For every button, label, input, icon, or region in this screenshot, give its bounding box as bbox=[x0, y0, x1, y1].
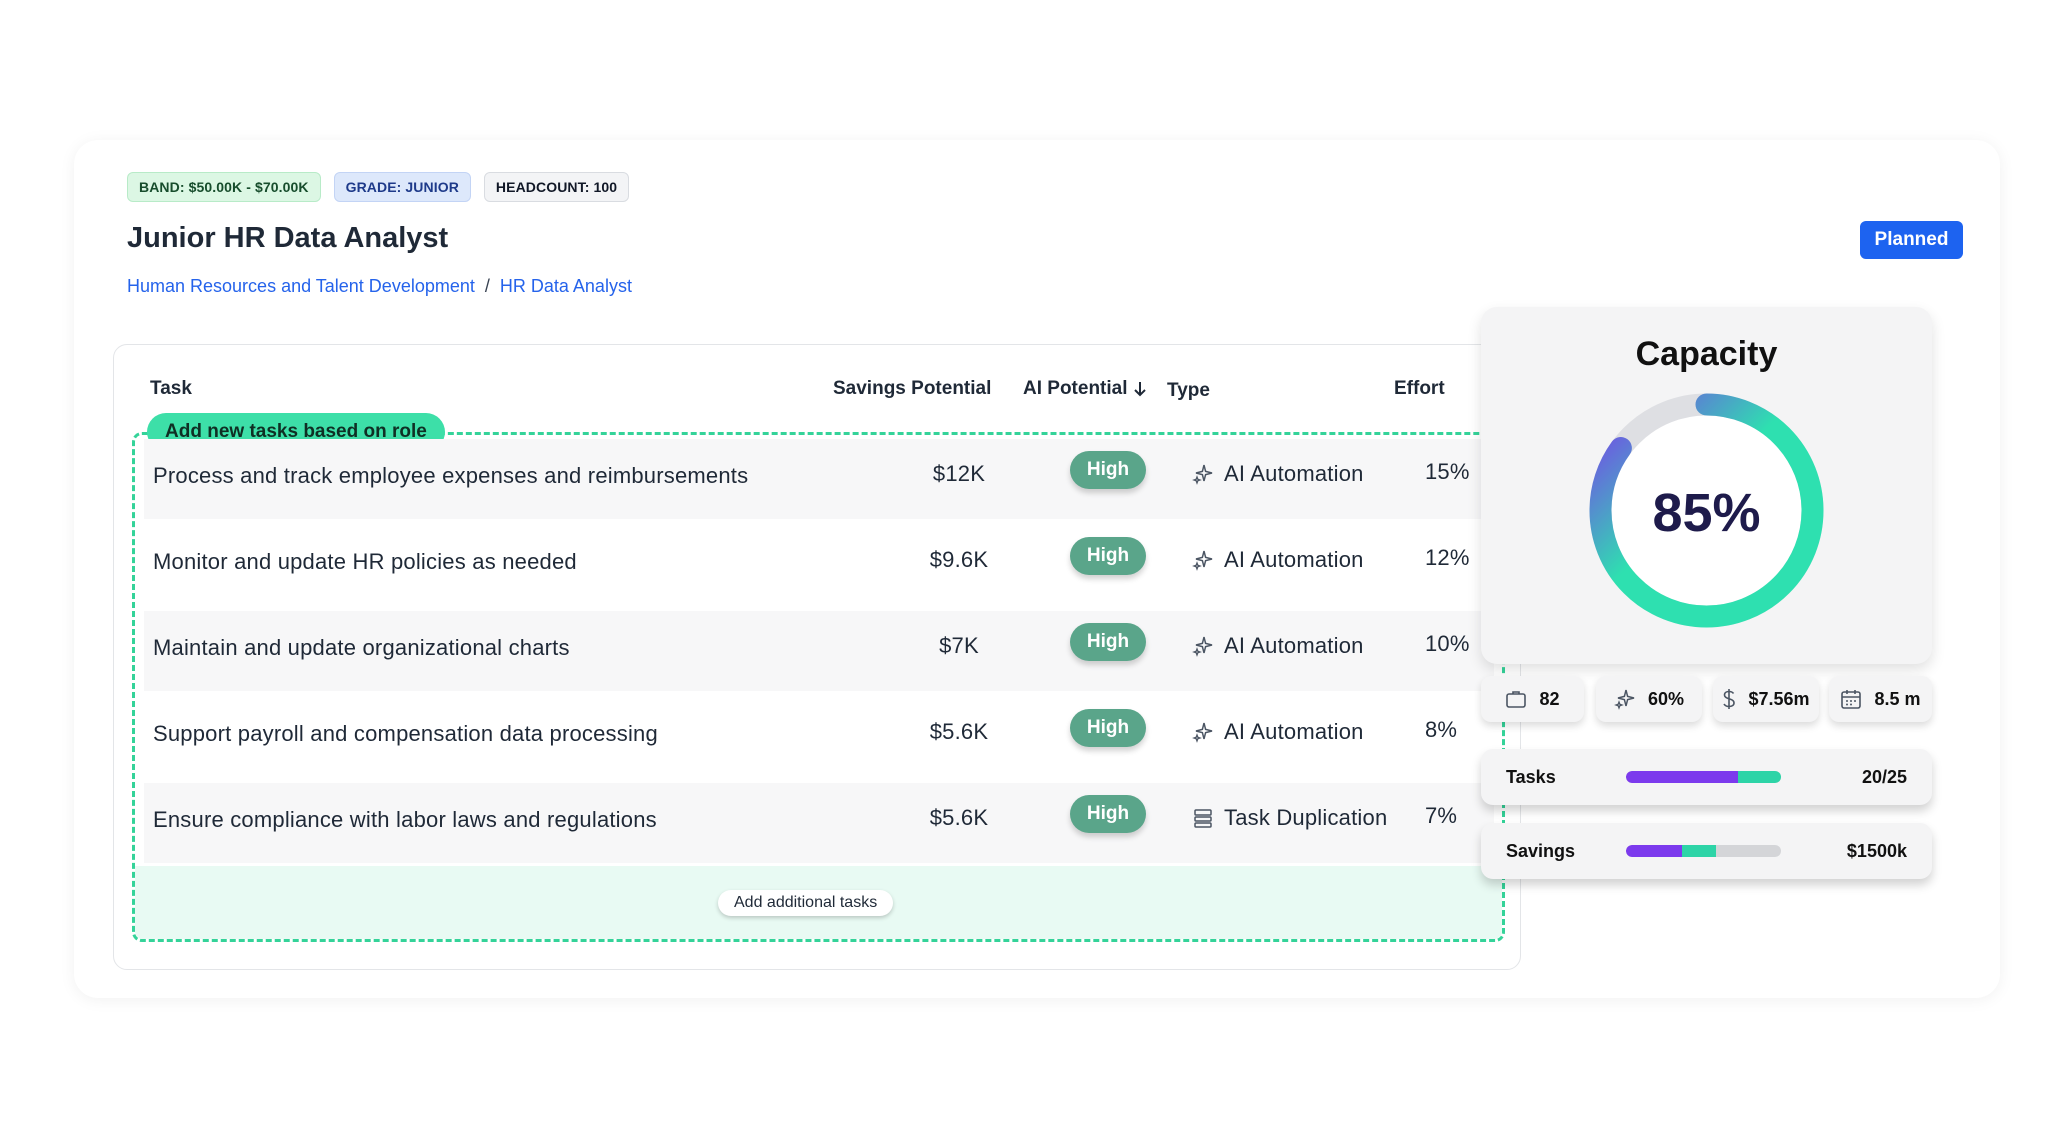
savings-potential: $5.6K bbox=[929, 805, 989, 830]
task-type-label: AI Automation bbox=[1224, 461, 1364, 486]
headcount-tag: HEADCOUNT: 100 bbox=[483, 172, 630, 202]
sparkles-icon bbox=[1192, 549, 1214, 571]
task-type: AI Automation bbox=[1192, 633, 1364, 659]
breadcrumb-role-link[interactable]: HR Data Analyst bbox=[500, 276, 632, 297]
task-name: Ensure compliance with labor laws and re… bbox=[153, 807, 657, 832]
status-badge[interactable]: Planned bbox=[1860, 221, 1963, 259]
effort-value: 7% bbox=[1425, 803, 1458, 828]
task-type-label: AI Automation bbox=[1224, 633, 1364, 658]
capacity-value: 85% bbox=[1652, 483, 1761, 543]
task-type-label: AI Automation bbox=[1224, 547, 1364, 572]
stat-savings-value: $7.56m bbox=[1748, 688, 1810, 709]
stat-headcount: 82 bbox=[1481, 676, 1584, 722]
task-type-label: AI Automation bbox=[1224, 719, 1364, 744]
dollar-icon bbox=[1723, 689, 1736, 709]
ai-potential-badge[interactable]: High bbox=[1070, 623, 1146, 661]
tasks-progress-fill-primary bbox=[1626, 771, 1738, 783]
savings-progress-label: Savings bbox=[1506, 841, 1576, 861]
table-row[interactable]: Maintain and update organizational chart… bbox=[144, 611, 1494, 691]
add-additional-tasks-button[interactable]: Add additional tasks bbox=[718, 890, 894, 916]
breadcrumb: Human Resources and Talent Development /… bbox=[127, 276, 632, 297]
tasks-progress-label: Tasks bbox=[1506, 767, 1556, 787]
breadcrumb-separator: / bbox=[484, 276, 490, 296]
savings-progress-card: Savings $1500k bbox=[1481, 823, 1932, 879]
sparkles-icon bbox=[1192, 635, 1214, 657]
sparkles-icon bbox=[1614, 689, 1635, 710]
tasks-progress-value: 20/25 bbox=[1861, 767, 1907, 787]
breadcrumb-department-link[interactable]: Human Resources and Talent Development bbox=[127, 276, 475, 297]
capacity-title: Capacity bbox=[1635, 335, 1778, 373]
savings-progress-value: $1500k bbox=[1846, 841, 1907, 861]
ai-potential-badge[interactable]: High bbox=[1070, 709, 1146, 747]
stack-icon bbox=[1192, 807, 1214, 829]
header-savings-potential[interactable]: Savings Potential bbox=[833, 378, 991, 400]
stat-headcount-value: 82 bbox=[1539, 688, 1560, 709]
stat-ai-share: 60% bbox=[1596, 676, 1702, 722]
task-type: AI Automation bbox=[1192, 547, 1364, 573]
briefcase-icon bbox=[1506, 691, 1527, 708]
header-ai-potential[interactable]: AI Potential bbox=[1023, 378, 1148, 400]
ai-potential-badge[interactable]: High bbox=[1070, 795, 1146, 833]
task-type: Task Duplication bbox=[1192, 805, 1387, 831]
savings-progress-fill-secondary bbox=[1681, 845, 1716, 857]
header-type[interactable]: Type bbox=[1167, 380, 1210, 402]
effort-value: 12% bbox=[1425, 545, 1470, 570]
sparkles-icon bbox=[1192, 463, 1214, 485]
ai-potential-badge[interactable]: High bbox=[1070, 537, 1146, 575]
header-effort[interactable]: Effort bbox=[1394, 378, 1445, 400]
task-name: Maintain and update organizational chart… bbox=[153, 635, 570, 660]
effort-value: 15% bbox=[1425, 459, 1470, 484]
stat-ai-share-value: 60% bbox=[1647, 688, 1685, 709]
ai-potential-badge[interactable]: High bbox=[1070, 451, 1146, 489]
task-name: Support payroll and compensation data pr… bbox=[153, 721, 658, 746]
stat-duration-value: 8.5 m bbox=[1874, 688, 1921, 709]
arrow-down-icon bbox=[1133, 382, 1146, 397]
savings-potential: $12K bbox=[932, 461, 986, 486]
task-name: Process and track employee expenses and … bbox=[153, 463, 749, 488]
savings-potential: $9.6K bbox=[929, 547, 989, 572]
effort-value: 10% bbox=[1425, 631, 1470, 656]
stat-duration: 8.5 m bbox=[1829, 676, 1932, 722]
task-type-label: Task Duplication bbox=[1224, 805, 1388, 830]
tasks-progress-bar bbox=[1626, 771, 1781, 783]
savings-potential: $5.6K bbox=[929, 719, 989, 744]
calendar-icon bbox=[1841, 690, 1862, 709]
table-row[interactable]: Support payroll and compensation data pr… bbox=[144, 697, 1494, 777]
task-type: AI Automation bbox=[1192, 719, 1364, 745]
stat-savings: $7.56m bbox=[1713, 676, 1819, 722]
tasks-progress-card: Tasks 20/25 bbox=[1481, 749, 1932, 805]
task-name: Monitor and update HR policies as needed bbox=[153, 549, 577, 574]
table-row[interactable]: Process and track employee expenses and … bbox=[144, 439, 1494, 519]
tasks-progress-fill-secondary bbox=[1737, 771, 1781, 783]
table-row[interactable]: Ensure compliance with labor laws and re… bbox=[144, 783, 1494, 863]
band-tag: BAND: $50.00K - $70.00K bbox=[127, 172, 321, 202]
sparkles-icon bbox=[1192, 721, 1214, 743]
task-type: AI Automation bbox=[1192, 461, 1364, 487]
grade-tag: GRADE: JUNIOR bbox=[333, 172, 471, 202]
effort-value: 8% bbox=[1425, 717, 1458, 742]
savings-potential: $7K bbox=[939, 633, 979, 658]
savings-progress-bar bbox=[1626, 845, 1781, 857]
header-ai-potential-label: AI Potential bbox=[1023, 378, 1128, 399]
page-title: Junior HR Data Analyst bbox=[127, 222, 449, 254]
header-task[interactable]: Task bbox=[150, 378, 192, 400]
savings-progress-fill-primary bbox=[1626, 845, 1682, 857]
capacity-card: Capacity 85% bbox=[1481, 307, 1932, 664]
tag-row: BAND: $50.00K - $70.00K GRADE: JUNIOR HE… bbox=[127, 172, 630, 202]
table-row[interactable]: Monitor and update HR policies as needed… bbox=[144, 525, 1494, 605]
